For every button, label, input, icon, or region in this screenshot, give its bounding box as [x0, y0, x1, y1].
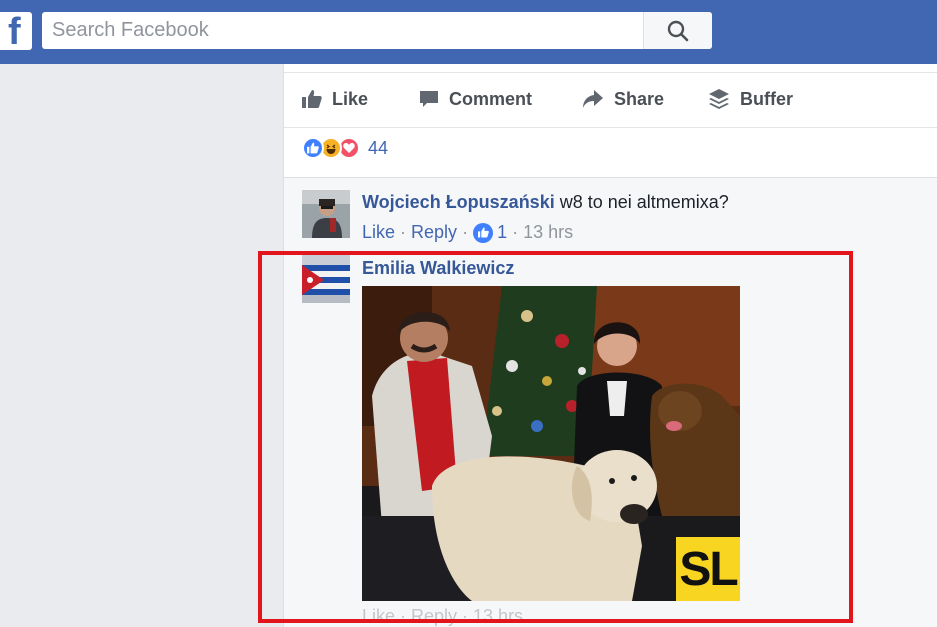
- reactions-summary[interactable]: 44: [302, 136, 388, 160]
- comment-like-count[interactable]: 1: [497, 222, 507, 243]
- comment-button[interactable]: Comment: [419, 87, 532, 111]
- like-button[interactable]: Like: [302, 87, 368, 111]
- comment-author-link[interactable]: Wojciech Łopuszański: [362, 192, 555, 212]
- share-arrow-icon: [583, 90, 603, 108]
- search-box: [42, 12, 712, 49]
- facebook-logo[interactable]: f: [0, 12, 32, 50]
- search-icon: [667, 20, 689, 41]
- separator: ·: [512, 222, 519, 242]
- comment-text: w8 to nei altmemixa?: [559, 192, 729, 212]
- reaction-count: 44: [368, 137, 389, 158]
- comments-section: Wojciech Łopuszański w8 to nei altmemixa…: [284, 177, 937, 627]
- comment-meta: Like · Reply · 1 · 13 hrs: [362, 222, 573, 243]
- comment-photo[interactable]: SL: [362, 286, 740, 601]
- like-button-label: Like: [332, 88, 369, 109]
- avatar[interactable]: [302, 190, 350, 238]
- post-card: Like Comment Share Buffer 44 Wojciech Ło…: [283, 64, 937, 627]
- buffer-button[interactable]: Buffer: [708, 87, 793, 111]
- speech-bubble-icon: [420, 91, 438, 107]
- like-reaction-icon: [302, 137, 324, 159]
- top-navigation-bar: f: [0, 0, 937, 64]
- post-action-bar: Like Comment Share Buffer: [284, 72, 937, 128]
- buffer-stack-icon: [709, 89, 729, 109]
- comment-like-badge-icon: [473, 222, 494, 243]
- comment-body: Wojciech Łopuszański w8 to nei altmemixa…: [362, 192, 729, 213]
- thumbs-up-icon: [302, 90, 322, 108]
- facebook-logo-letter: f: [8, 12, 21, 50]
- comment-timestamp[interactable]: 13 hrs: [523, 222, 573, 243]
- comment-like-link[interactable]: Like: [362, 222, 395, 243]
- avatar[interactable]: [302, 255, 350, 303]
- comment-reply-link[interactable]: Reply: [411, 222, 457, 243]
- share-button-label: Share: [614, 88, 665, 109]
- search-input[interactable]: [42, 12, 642, 49]
- share-button[interactable]: Share: [582, 87, 664, 111]
- comment-author-link[interactable]: Emilia Walkiewicz: [362, 258, 514, 279]
- comment-meta: Like · Reply · 13 hrs: [362, 606, 524, 626]
- separator: ·: [400, 222, 407, 242]
- search-button[interactable]: [643, 12, 712, 49]
- separator: ·: [462, 222, 469, 242]
- sl-badge: SL: [676, 537, 740, 601]
- comment-button-label: Comment: [449, 88, 533, 109]
- buffer-button-label: Buffer: [740, 88, 793, 109]
